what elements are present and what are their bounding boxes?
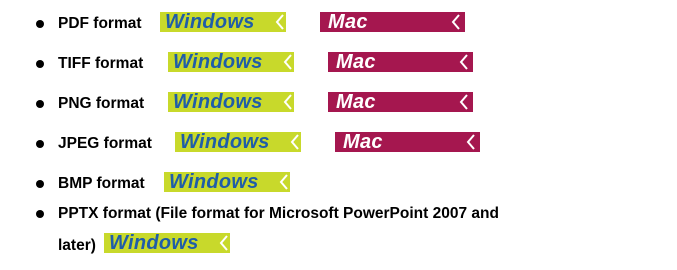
windows-label: Windows [173, 91, 263, 113]
format-label: PPTX format (File format for Microsoft P… [58, 205, 499, 222]
mac-download-button[interactable]: Mac [335, 131, 480, 153]
bullet-icon [36, 210, 44, 218]
mac-label: Mac [343, 131, 383, 153]
windows-download-button[interactable]: Windows [164, 171, 290, 193]
mac-label: Mac [328, 11, 368, 33]
bullet-icon [36, 180, 44, 188]
format-label: PNG format [58, 95, 145, 112]
format-label: PDF format [58, 15, 142, 32]
mac-download-button[interactable]: Mac [320, 11, 465, 33]
mac-download-button[interactable]: Mac [328, 51, 473, 73]
windows-download-button[interactable]: Windows [104, 232, 230, 254]
chevron-left-icon [459, 94, 468, 110]
bullet-icon [36, 140, 44, 148]
mac-label: Mac [336, 91, 376, 113]
windows-download-button[interactable]: Windows [168, 51, 294, 73]
windows-label: Windows [180, 131, 270, 153]
windows-download-button[interactable]: Windows [168, 91, 294, 113]
mac-download-button[interactable]: Mac [328, 91, 473, 113]
format-download-list: PDF format Windows Mac TIFF format Windo… [0, 0, 677, 270]
chevron-left-icon [279, 174, 288, 190]
chevron-left-icon [275, 14, 284, 30]
format-label: JPEG format [58, 135, 152, 152]
chevron-left-icon [283, 54, 292, 70]
chevron-left-icon [459, 54, 468, 70]
windows-download-button[interactable]: Windows [175, 131, 301, 153]
windows-label: Windows [165, 11, 255, 33]
bullet-icon [36, 100, 44, 108]
windows-download-button[interactable]: Windows [160, 11, 286, 33]
format-label-continued: later) [58, 237, 96, 254]
format-label: BMP format [58, 175, 145, 192]
bullet-icon [36, 20, 44, 28]
format-label: TIFF format [58, 55, 144, 72]
windows-label: Windows [173, 51, 263, 73]
chevron-left-icon [451, 14, 460, 30]
windows-label: Windows [169, 171, 259, 193]
chevron-left-icon [290, 134, 299, 150]
chevron-left-icon [283, 94, 292, 110]
bullet-icon [36, 60, 44, 68]
chevron-left-icon [466, 134, 475, 150]
chevron-left-icon [219, 235, 228, 251]
windows-label: Windows [109, 232, 199, 254]
mac-label: Mac [336, 51, 376, 73]
